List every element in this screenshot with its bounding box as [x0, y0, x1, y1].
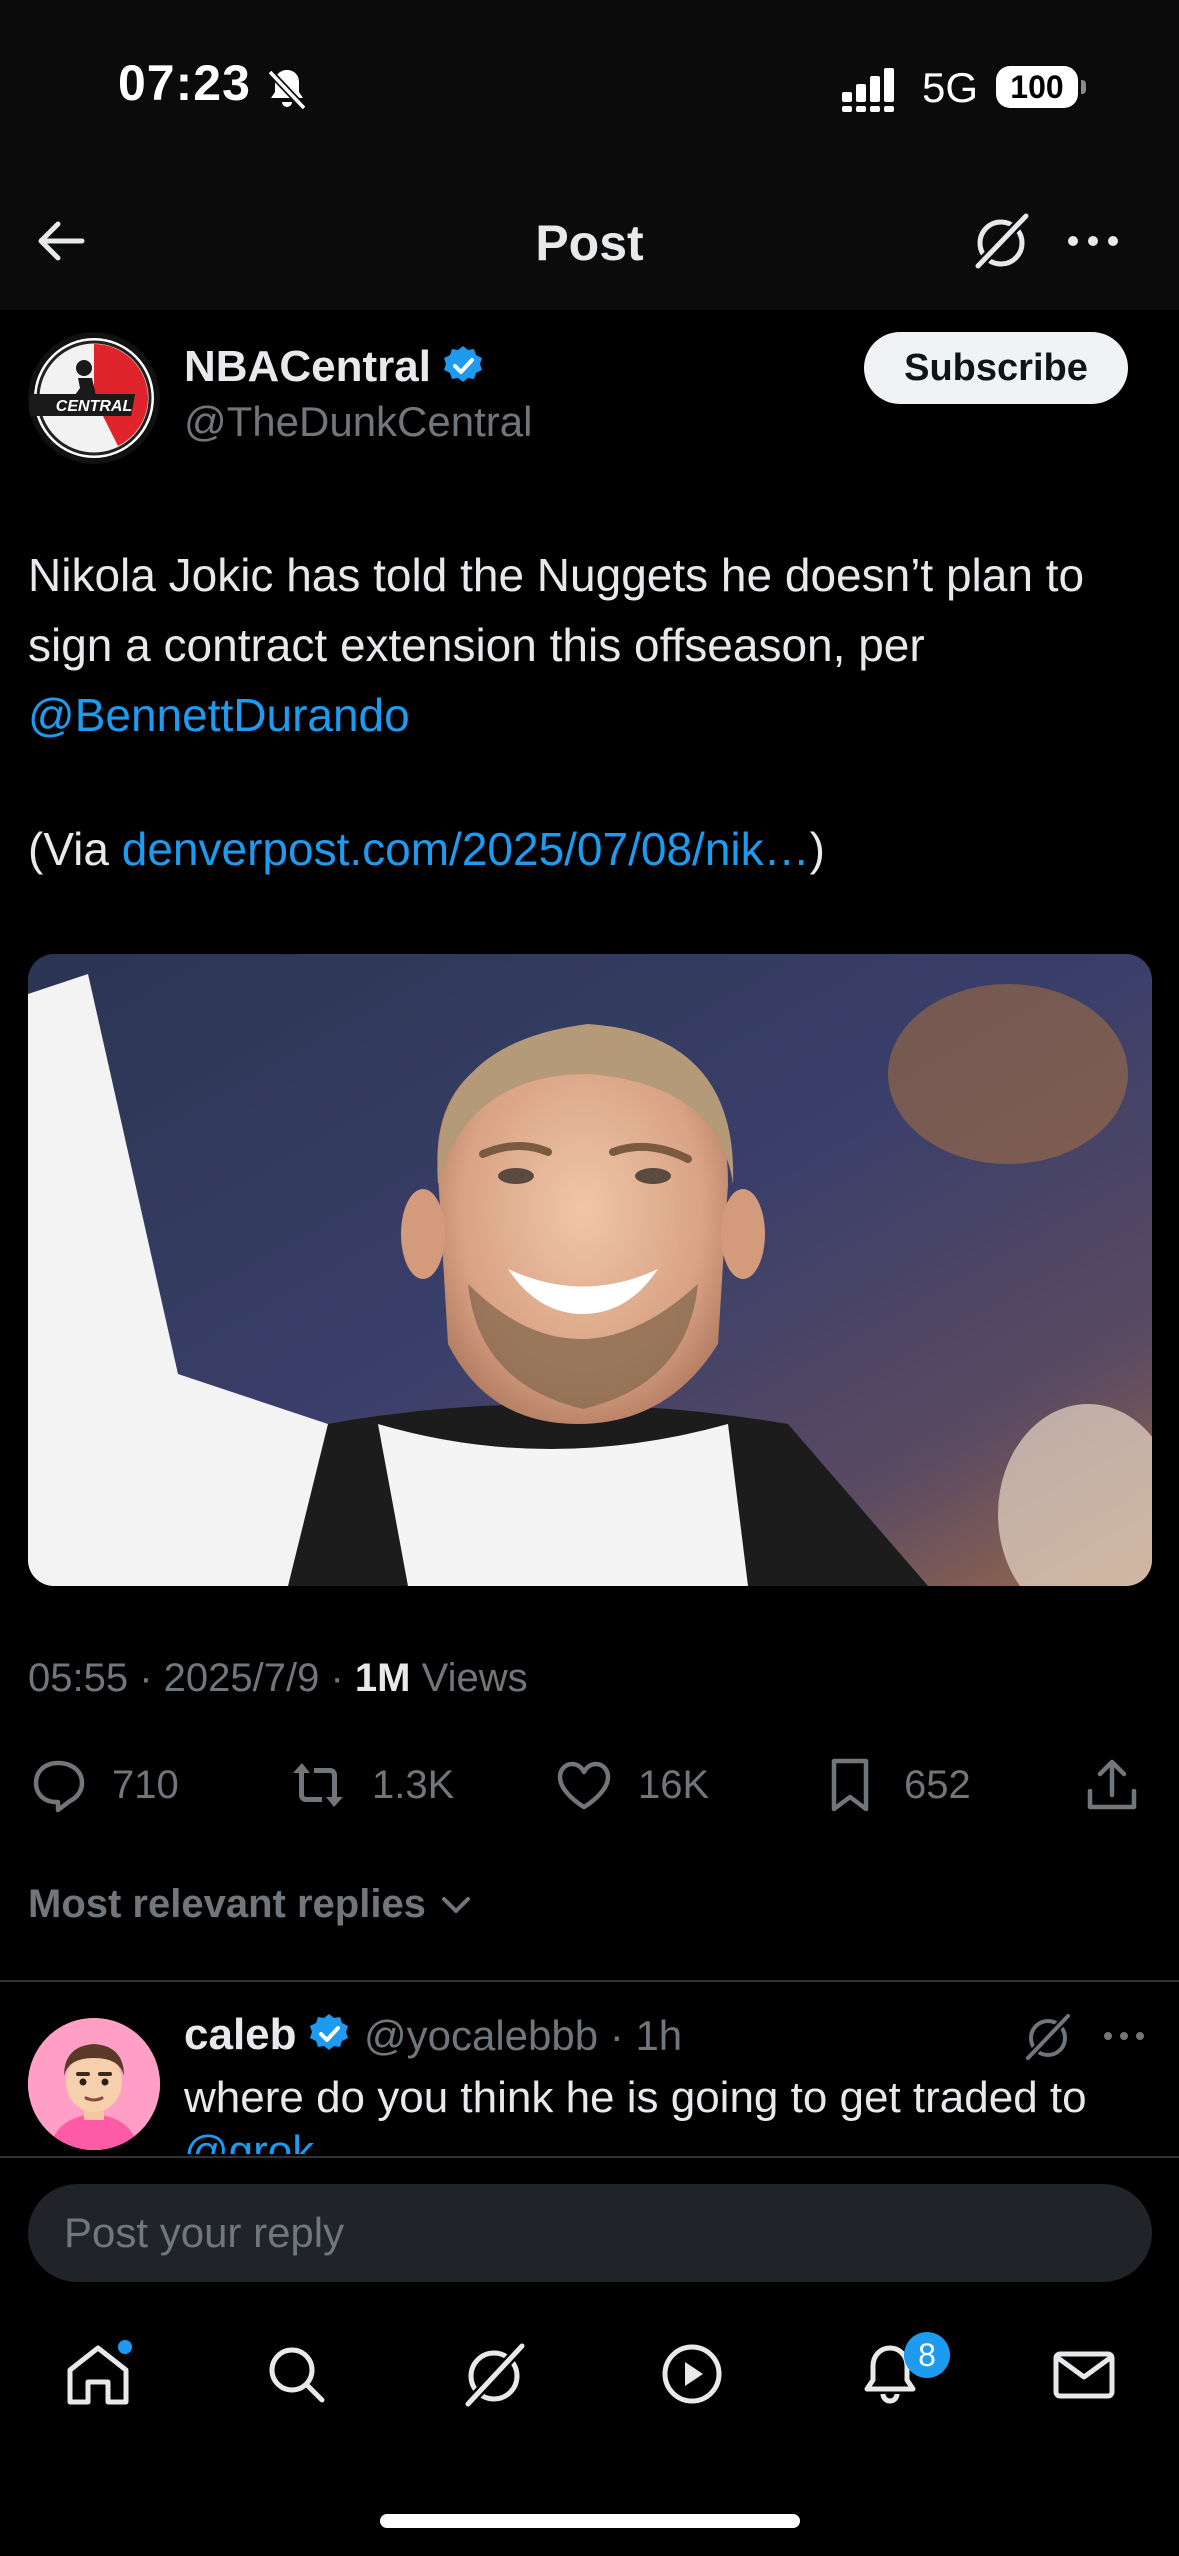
views-label: Views: [421, 1656, 528, 1700]
verified-badge-icon: [443, 346, 482, 383]
notifications-badge: 8: [904, 2332, 950, 2378]
post-text: Nikola Jokic has told the Nuggets he doe…: [28, 540, 1158, 750]
bookmark-button[interactable]: 652: [820, 1750, 971, 1820]
reply-author-name[interactable]: caleb: [184, 2010, 351, 2060]
share-button[interactable]: [1082, 1750, 1166, 1820]
divider: [0, 1980, 1179, 1982]
video-play-icon[interactable]: [656, 2338, 728, 2410]
like-count: 16K: [638, 1762, 710, 1807]
reply-author-name-text[interactable]: caleb: [184, 2010, 297, 2059]
status-time: 07:23: [118, 55, 251, 111]
cellular-signal-icon: [842, 68, 894, 112]
home-indicator[interactable]: [380, 2514, 800, 2528]
author-avatar[interactable]: CENTRAL: [28, 332, 160, 464]
via-suffix: ): [809, 823, 825, 875]
bookmark-count: 652: [904, 1762, 971, 1807]
bookmark-icon: [831, 1758, 869, 1812]
replies-sort-label: Most relevant replies: [28, 1882, 426, 1926]
avatar-logo-text: CENTRAL: [56, 398, 132, 415]
subscribe-button[interactable]: Subscribe: [864, 332, 1128, 404]
author-handle[interactable]: @TheDunkCentral: [184, 398, 532, 446]
reply-mention-link[interactable]: @grok: [184, 2124, 484, 2154]
grok-tab-icon[interactable]: [458, 2338, 530, 2410]
battery-tip: [1081, 80, 1086, 94]
network-type: 5G: [922, 64, 979, 111]
battery-indicator: 100: [996, 66, 1078, 108]
messages-mail-icon[interactable]: [1048, 2338, 1120, 2410]
divider: [0, 2156, 1179, 2158]
replies-sort-dropdown[interactable]: Most relevant replies: [28, 1882, 476, 1927]
more-options-icon[interactable]: [1062, 210, 1124, 272]
top-nav: Post: [0, 170, 1179, 310]
post-meta: 05:55 · 2025/7/9 · 1M Views: [28, 1656, 528, 1701]
grok-icon[interactable]: [970, 210, 1032, 272]
via-link[interactable]: denverpost.com/2025/07/08/nik…: [122, 823, 810, 875]
heart-icon: [557, 1761, 611, 1810]
grok-icon[interactable]: [1022, 2010, 1074, 2062]
reply-handle-time[interactable]: @yocalebbb · 1h: [364, 2012, 682, 2060]
status-bar: 07:23 5G 100: [0, 0, 1179, 170]
via-prefix: (Via: [28, 823, 109, 875]
more-options-icon[interactable]: [1098, 2010, 1150, 2062]
author-name[interactable]: NBACentral: [184, 342, 485, 392]
like-button[interactable]: 16K: [554, 1750, 709, 1820]
reply-icon: [33, 1760, 85, 1813]
repost-button[interactable]: 1.3K: [288, 1750, 454, 1820]
post-via: (Via denverpost.com/2025/07/08/nik…): [28, 814, 825, 884]
share-icon: [1087, 1759, 1137, 1810]
chevron-down-icon: [441, 1896, 470, 1913]
repost-icon: [293, 1763, 343, 1807]
bell-off-icon: [267, 69, 307, 111]
reply-count: 710: [112, 1762, 179, 1807]
reply-button[interactable]: 710: [28, 1750, 179, 1820]
search-icon[interactable]: [260, 2338, 332, 2410]
home-unread-dot: [118, 2340, 132, 2354]
post-body: Nikola Jokic has told the Nuggets he doe…: [28, 549, 1085, 671]
reply-composer-input[interactable]: Post your reply: [28, 2184, 1152, 2282]
post-photo[interactable]: [28, 954, 1152, 1586]
reply-avatar[interactable]: [28, 2018, 160, 2150]
repost-count: 1.3K: [372, 1762, 455, 1807]
post-timestamp: 05:55 · 2025/7/9 ·: [28, 1656, 355, 1700]
views-count: 1M: [354, 1656, 411, 1700]
verified-badge-icon: [309, 2014, 348, 2051]
reply-overflow: @grok: [184, 2124, 484, 2154]
reply-text: where do you think he is going to get tr…: [184, 2073, 1087, 2122]
author-name-text[interactable]: NBACentral: [184, 342, 431, 391]
mention-link[interactable]: @BennettDurando: [28, 689, 410, 741]
